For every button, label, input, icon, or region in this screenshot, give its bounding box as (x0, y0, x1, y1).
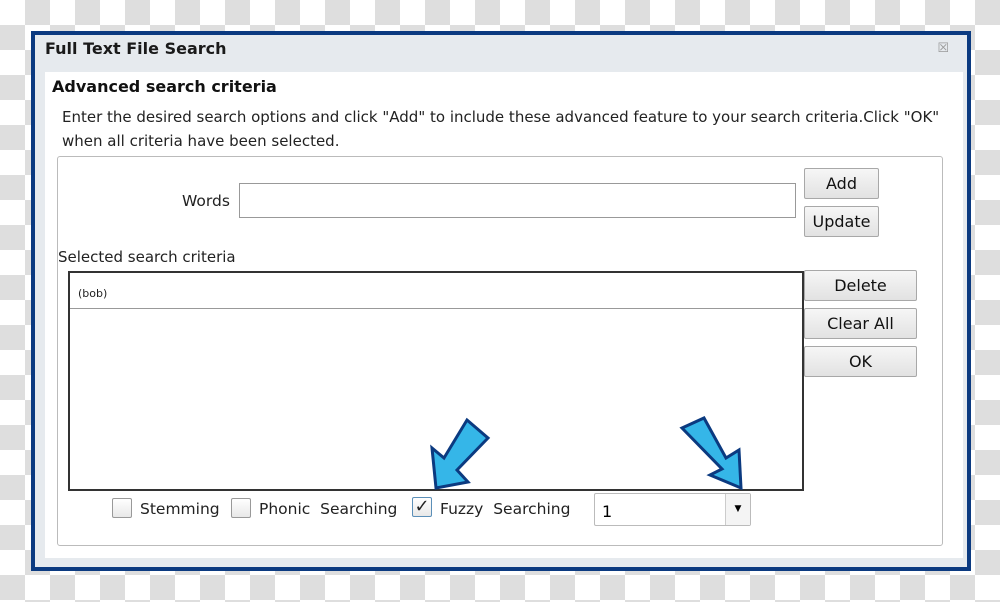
arrow-down-left-icon (430, 417, 491, 490)
annotation-arrows (430, 416, 743, 491)
arrow-down-right-icon (679, 416, 743, 491)
